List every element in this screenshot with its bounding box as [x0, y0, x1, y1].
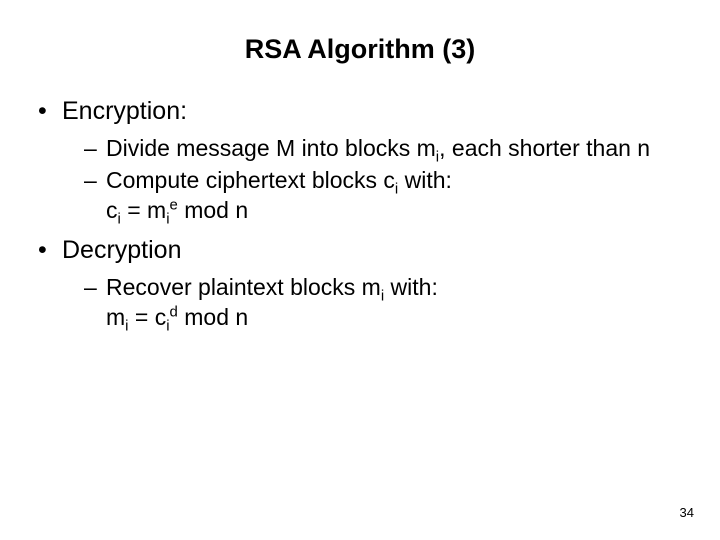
slide: RSA Algorithm (3) Encryption: Divide mes… — [0, 0, 720, 540]
divide-text-pre: Divide message M into blocks m — [106, 135, 436, 161]
formula-eq: = m — [121, 197, 166, 223]
divide-text-post: , each shorter than n — [439, 135, 650, 161]
formula-mod: mod n — [178, 304, 248, 330]
recover-text-pre: Recover plaintext blocks m — [106, 274, 381, 300]
bullet-encryption: Encryption: Divide message M into blocks… — [38, 95, 682, 226]
encryption-sublist: Divide message M into blocks mi, each sh… — [62, 133, 682, 226]
sub-divide: Divide message M into blocks mi, each sh… — [84, 133, 682, 163]
superscript-d: d — [170, 303, 178, 320]
formula-c: c — [106, 197, 118, 223]
formula-mod: mod n — [178, 197, 248, 223]
formula-m: m — [106, 304, 125, 330]
slide-title: RSA Algorithm (3) — [38, 34, 682, 65]
recover-text-post: with: — [384, 274, 438, 300]
bullet-list: Encryption: Divide message M into blocks… — [38, 95, 682, 332]
superscript-e: e — [170, 197, 178, 214]
bullet-encryption-label: Encryption: — [62, 97, 187, 125]
compute-text-post: with: — [398, 167, 452, 193]
compute-text-pre: Compute ciphertext blocks c — [106, 167, 395, 193]
page-number: 34 — [680, 505, 694, 520]
decryption-formula: mi = cid mod n — [106, 302, 682, 332]
formula-eq: = c — [129, 304, 167, 330]
encryption-formula: ci = mie mod n — [106, 195, 682, 225]
bullet-decryption-label: Decryption — [62, 236, 182, 264]
sub-compute: Compute ciphertext blocks ci with: ci = … — [84, 165, 682, 226]
decryption-sublist: Recover plaintext blocks mi with: mi = c… — [62, 272, 682, 333]
bullet-decryption: Decryption Recover plaintext blocks mi w… — [38, 234, 682, 332]
sub-recover: Recover plaintext blocks mi with: mi = c… — [84, 272, 682, 333]
